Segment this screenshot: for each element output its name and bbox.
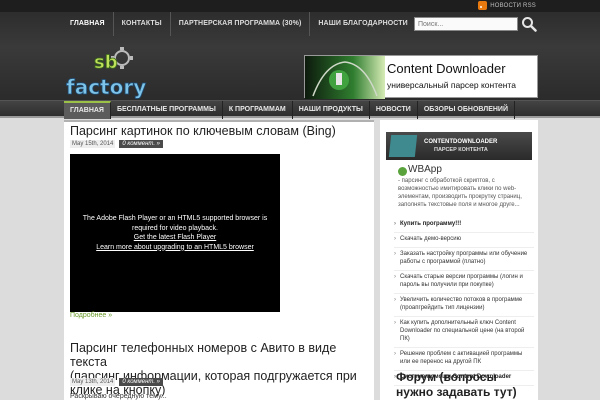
search-icon[interactable]: [521, 16, 537, 32]
banner-title: Content Downloader: [387, 61, 506, 76]
logo-text-sb: sb: [94, 52, 118, 73]
top-nav-contacts[interactable]: КОНТАКТЫ: [112, 12, 170, 36]
rss-link[interactable]: НОВОСТИ RSS: [478, 1, 536, 10]
forum-link[interactable]: Форум (вопросы нужно задавать тут): [396, 370, 536, 400]
sidebar-banner[interactable]: CONTENTDOWNLOADER ПАРСЕР КОНТЕНТА: [386, 132, 532, 160]
sidebar-link-old-versions[interactable]: Скачать старые версии программы (логин и…: [394, 273, 534, 294]
post-meta: May 13th, 2014 0 коммент. »: [70, 378, 164, 386]
content-downloader-banner[interactable]: Content Downloader универсальный парсер …: [304, 55, 538, 99]
post-comments-link[interactable]: 0 коммент. »: [119, 378, 164, 386]
top-nav: ГЛАВНАЯ КОНТАКТЫ ПАРТНЕРСКАЯ ПРОГРАММА (…: [62, 12, 416, 36]
search-input[interactable]: [414, 17, 518, 31]
wbapp-title[interactable]: WBApp: [408, 164, 442, 175]
main-nav-update-reviews[interactable]: ОБЗОРЫ ОБНОВЛЕНИЙ: [418, 101, 515, 119]
main-nav-to-programs[interactable]: К ПРОГРАММАМ: [223, 101, 293, 119]
post-date: May 15th, 2014: [70, 140, 116, 148]
post-meta: May 15th, 2014 0 коммент. »: [70, 140, 164, 148]
read-more-link[interactable]: Подробнее »: [70, 312, 112, 319]
video-fallback-message: The Adobe Flash Player or an HTML5 suppo…: [70, 214, 280, 252]
main-content: Парсинг картинок по ключевым словам (Bin…: [64, 120, 374, 400]
rss-label: НОВОСТИ RSS: [490, 2, 536, 9]
sidebar: CONTENTDOWNLOADER ПАРСЕР КОНТЕНТА WBApp …: [380, 120, 538, 400]
wbapp-icon: [398, 167, 407, 176]
sidebar-link-demo[interactable]: Скачать демо-версию: [394, 235, 534, 248]
post-title[interactable]: Парсинг картинок по ключевым словам (Bin…: [70, 124, 336, 138]
logo-text-factory: factory: [66, 75, 146, 99]
header: ГЛАВНАЯ КОНТАКТЫ ПАРТНЕРСКАЯ ПРОГРАММА (…: [0, 12, 600, 100]
sidebar-link-setup[interactable]: Заказать настройку программы или обучени…: [394, 250, 534, 271]
banner-image: [305, 56, 385, 99]
post-title[interactable]: Парсинг телефонных номеров с Авито в вид…: [70, 341, 374, 397]
main-nav-home[interactable]: ГЛАВНАЯ: [64, 101, 111, 119]
sidebar-links: Купить программу!!! Скачать демо-версию …: [394, 220, 534, 388]
get-flash-player-link[interactable]: Get the latest Flash Player: [70, 233, 280, 243]
sidebar-link-buy[interactable]: Купить программу!!!: [394, 220, 534, 233]
sidebar-banner-title: CONTENTDOWNLOADER: [424, 139, 498, 145]
top-nav-partner-program[interactable]: ПАРТНЕРСКАЯ ПРОГРАММА (30%): [169, 12, 310, 36]
main-nav-our-products[interactable]: НАШИ ПРОДУКТЫ: [293, 101, 370, 119]
video-message-line: The Adobe Flash Player or an HTML5 suppo…: [82, 215, 268, 222]
sidebar-link-extra-key[interactable]: Как купить дополнительный ключ Content D…: [394, 319, 534, 348]
wbapp-description: - парсинг с обработкой скриптов, с возмо…: [398, 178, 522, 208]
post-date: May 13th, 2014: [70, 378, 116, 386]
video-message-line: required for video playback.: [132, 224, 218, 232]
main-nav-free-programs[interactable]: БЕСПЛАТНЫЕ ПРОГРАММЫ: [111, 101, 223, 119]
banner-subtitle: универсальный парсер контента: [387, 80, 516, 90]
main-nav: ГЛАВНАЯ БЕСПЛАТНЫЕ ПРОГРАММЫ К ПРОГРАММА…: [0, 100, 600, 119]
main-nav-news[interactable]: НОВОСТИ: [370, 101, 418, 119]
post-excerpt: Раскрываю очередную тему...: [70, 393, 167, 400]
video-player[interactable]: The Adobe Flash Player or an HTML5 suppo…: [70, 154, 280, 312]
post-comments-link[interactable]: 0 коммент. »: [119, 140, 164, 148]
top-bar: НОВОСТИ RSS: [0, 0, 600, 12]
sidebar-banner-subtitle: ПАРСЕР КОНТЕНТА: [434, 147, 488, 153]
post-title-line: Парсинг телефонных номеров с Авито в вид…: [70, 341, 337, 369]
sidebar-link-threads[interactable]: Увеличить количество потоков в программе…: [394, 296, 534, 317]
upgrade-html5-link[interactable]: Learn more about upgrading to an HTML5 b…: [70, 243, 280, 253]
rss-icon: [478, 1, 488, 10]
apple-graphic-icon: [312, 61, 378, 97]
top-nav-home[interactable]: ГЛАВНАЯ: [62, 12, 113, 36]
sbfactory-logo[interactable]: sb factory: [64, 46, 156, 104]
product-box-icon: [388, 135, 418, 157]
top-nav-thanks[interactable]: НАШИ БЛАГОДАРНОСТИ: [309, 12, 415, 36]
sidebar-link-activation[interactable]: Решение проблем с активацией программы и…: [394, 350, 534, 371]
